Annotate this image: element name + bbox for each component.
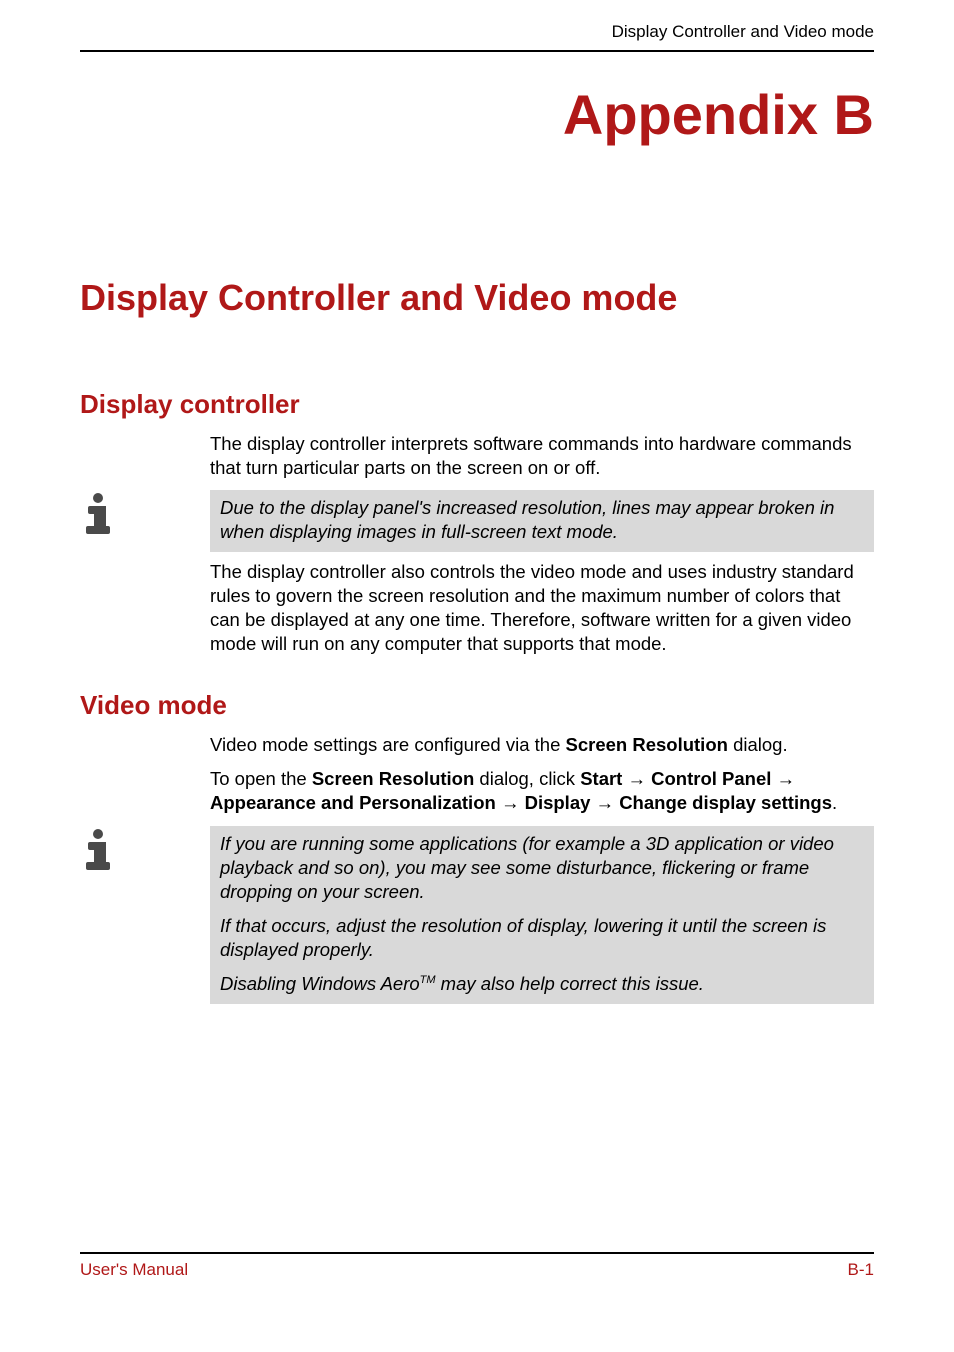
note-paragraph: Disabling Windows AeroTM may also help c…: [220, 972, 864, 996]
paragraph: Video mode settings are configured via t…: [210, 733, 874, 757]
heading-video-mode: Video mode: [80, 690, 874, 721]
paragraph: The display controller interprets softwa…: [210, 432, 874, 480]
arrow-icon: →: [596, 792, 615, 813]
footer-rule: [80, 1252, 874, 1254]
note-text: Due to the display panel's increased res…: [210, 490, 874, 552]
arrow-icon: →: [501, 792, 520, 813]
bold-text: Change display settings: [619, 792, 832, 813]
appendix-label: Appendix B: [80, 82, 874, 147]
note-block: Due to the display panel's increased res…: [80, 490, 874, 552]
bold-text: Control Panel: [651, 768, 771, 789]
footer-left: User's Manual: [80, 1260, 188, 1280]
page-title: Display Controller and Video mode: [80, 277, 874, 319]
info-icon: [80, 490, 132, 541]
bold-text: Appearance and Personalization: [210, 792, 496, 813]
bold-text: Start: [580, 768, 622, 789]
note-text: If you are running some applications (fo…: [210, 826, 874, 1004]
header-rule: [80, 50, 874, 52]
text: dialog.: [728, 734, 788, 755]
note-paragraph: If you are running some applications (fo…: [220, 832, 864, 904]
heading-display-controller: Display controller: [80, 389, 874, 420]
paragraph: The display controller also controls the…: [210, 560, 874, 656]
text: dialog, click: [474, 768, 580, 789]
note-paragraph: If that occurs, adjust the resolution of…: [220, 914, 864, 962]
paragraph: To open the Screen Resolution dialog, cl…: [210, 767, 874, 815]
arrow-icon: →: [777, 768, 796, 789]
text: Video mode settings are configured via t…: [210, 734, 566, 755]
text: Disabling Windows Aero: [220, 973, 420, 994]
section-display-controller: Display controller The display controlle…: [80, 389, 874, 656]
footer: User's Manual B-1: [80, 1252, 874, 1280]
note-block: If you are running some applications (fo…: [80, 826, 874, 1004]
text: may also help correct this issue.: [436, 973, 704, 994]
footer-right: B-1: [848, 1260, 874, 1280]
trademark: TM: [420, 974, 436, 986]
running-head: Display Controller and Video mode: [80, 22, 874, 50]
bold-text: Screen Resolution: [566, 734, 728, 755]
text: .: [832, 792, 837, 813]
bold-text: Display: [525, 792, 591, 813]
bold-text: Screen Resolution: [312, 768, 474, 789]
text: To open the: [210, 768, 312, 789]
arrow-icon: →: [627, 768, 646, 789]
info-icon: [80, 826, 132, 877]
section-video-mode: Video mode Video mode settings are confi…: [80, 690, 874, 1003]
